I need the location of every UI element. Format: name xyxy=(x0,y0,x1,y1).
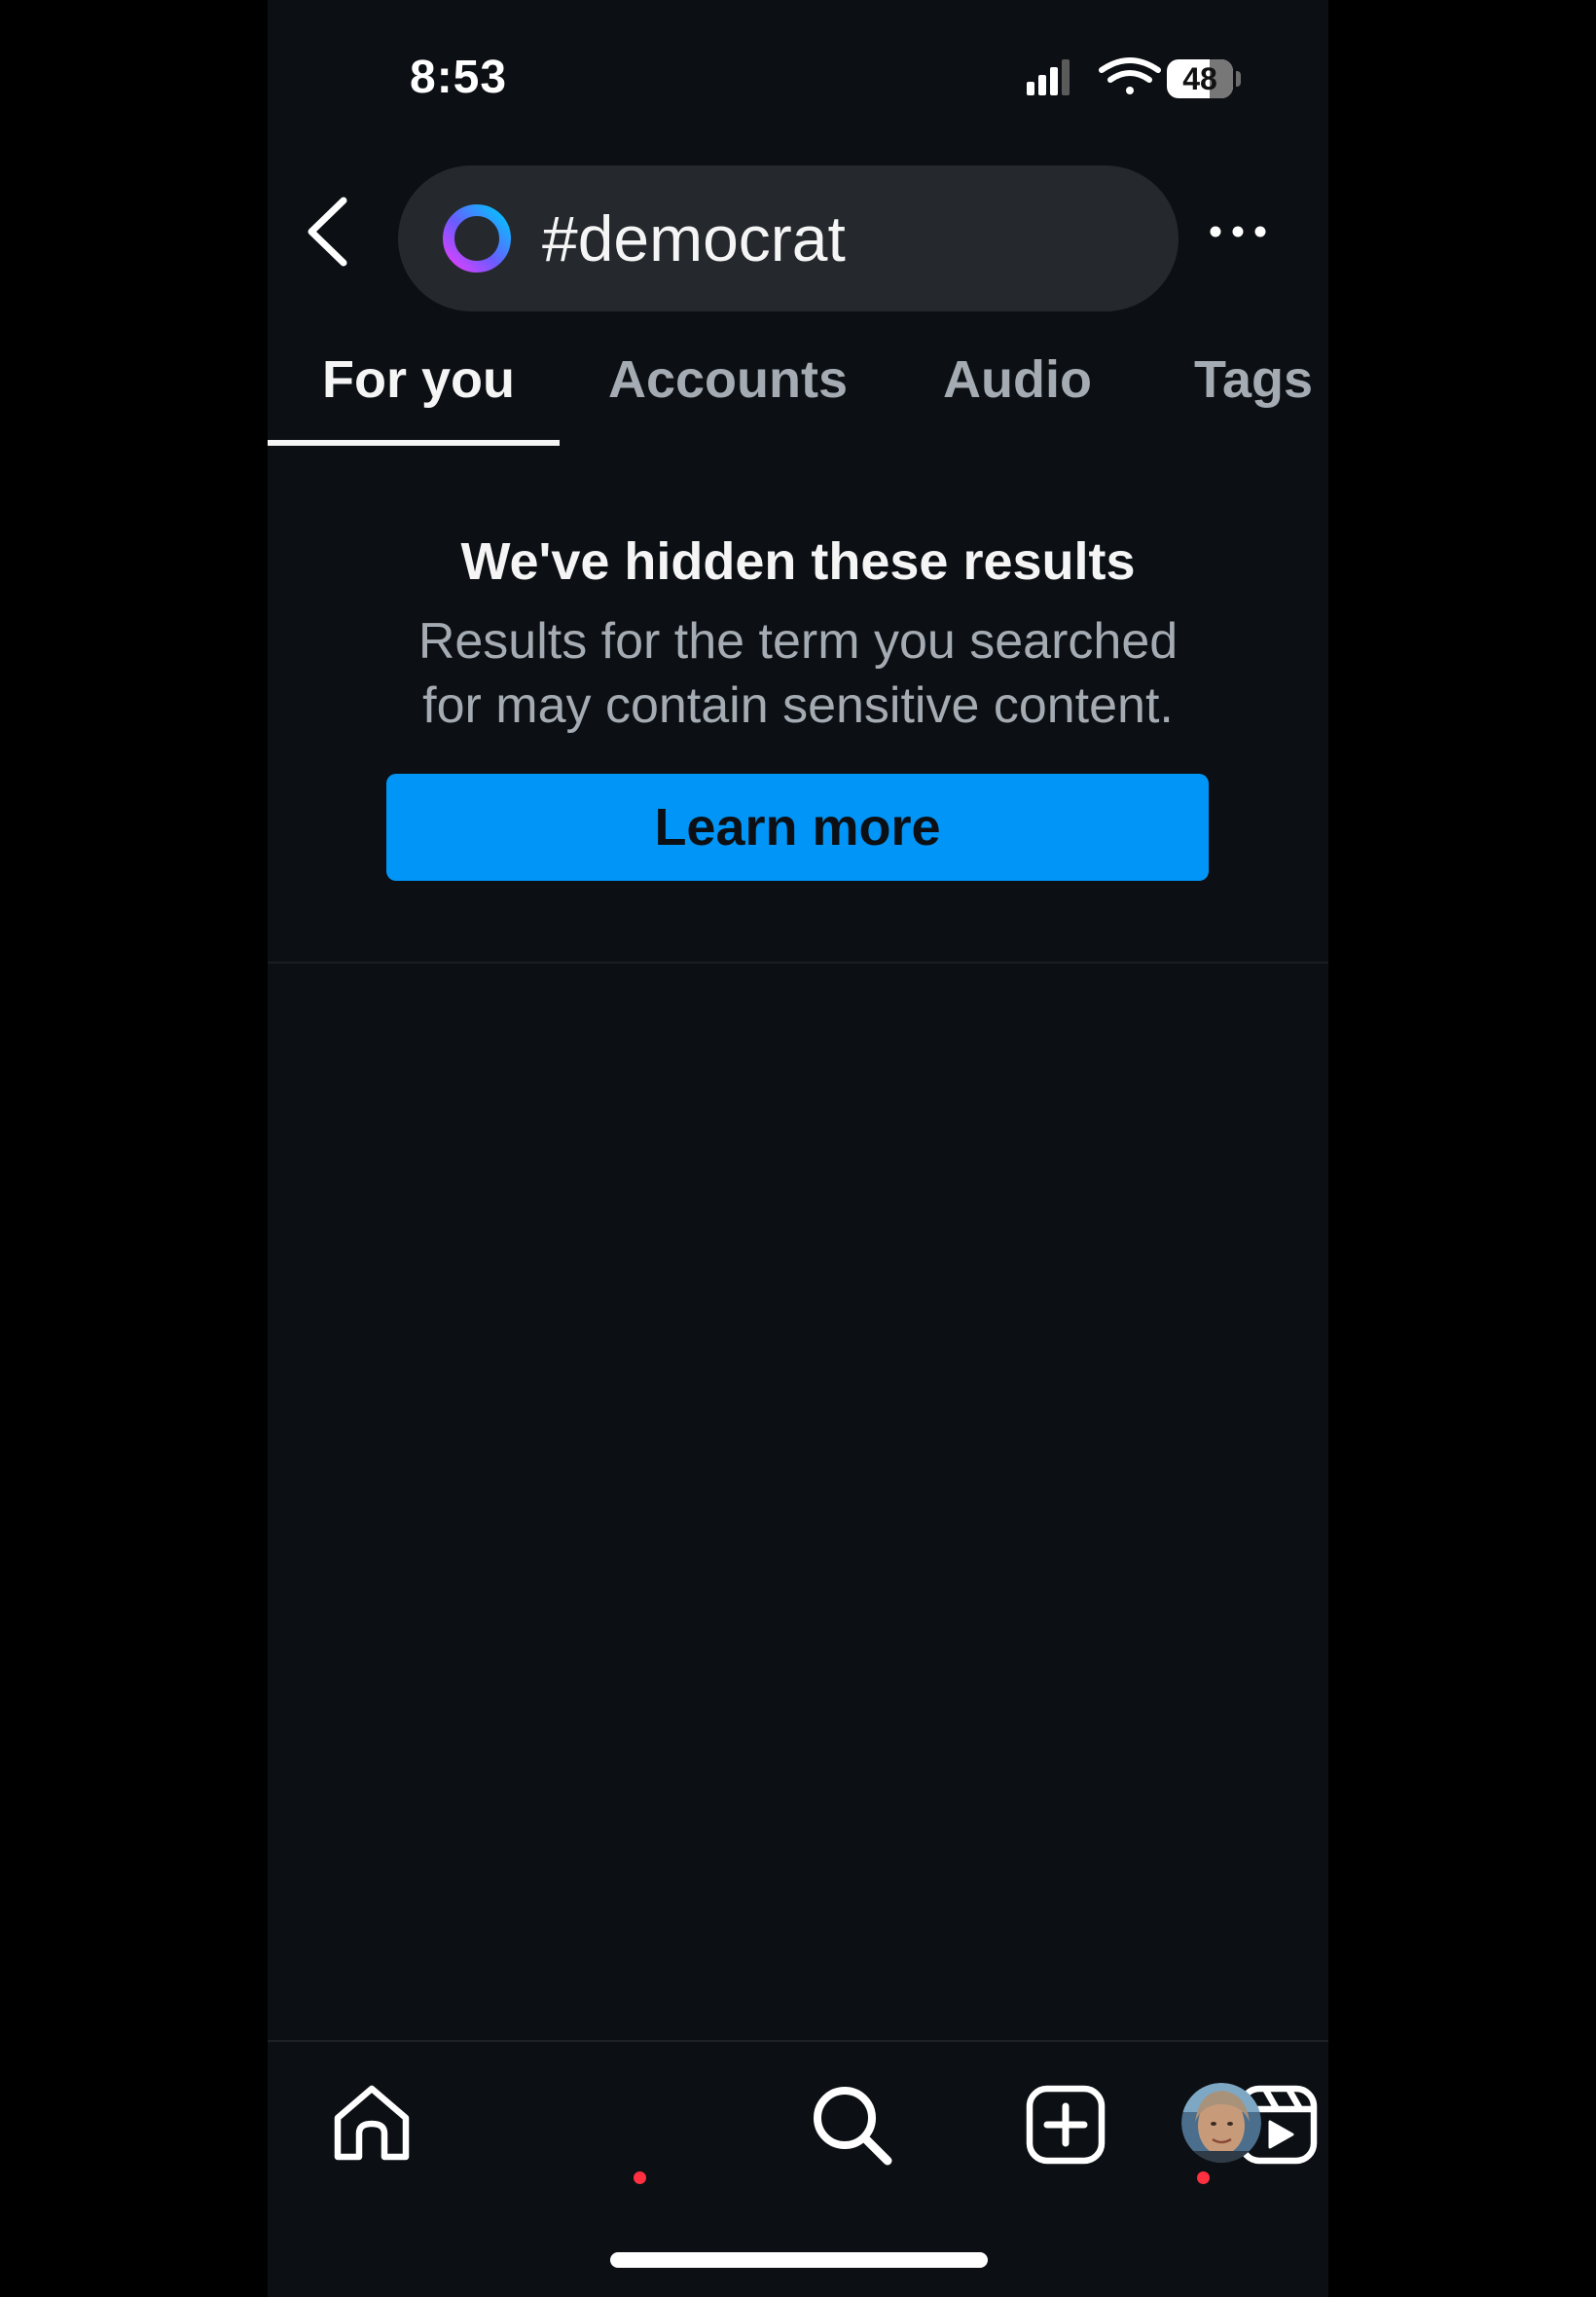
meta-ai-ring-icon xyxy=(443,204,511,273)
more-horizontal-icon xyxy=(1210,226,1266,237)
profile-avatar[interactable] xyxy=(1181,2083,1261,2163)
battery-level: 48 xyxy=(1182,61,1217,96)
nav-home-button[interactable] xyxy=(328,2081,416,2169)
notice-title: We've hidden these results xyxy=(460,532,1136,591)
search-icon xyxy=(814,2087,892,2166)
home-icon xyxy=(334,2085,410,2161)
signal-icon xyxy=(1027,59,1070,95)
tab-tags[interactable]: Tags xyxy=(1194,341,1313,448)
nav-search-button[interactable] xyxy=(808,2081,895,2169)
profile-notification-dot xyxy=(1197,2171,1210,2184)
tab-for-you[interactable]: For you xyxy=(322,341,515,448)
chevron-left-icon xyxy=(308,197,347,267)
section-divider xyxy=(268,962,1328,964)
bottom-nav-divider xyxy=(268,2040,1328,2042)
active-tab-indicator xyxy=(268,440,560,446)
create-post-icon xyxy=(1026,2085,1106,2165)
search-query: #democrat xyxy=(542,202,846,274)
search-input[interactable]: #democrat xyxy=(398,165,1179,311)
tab-audio[interactable]: Audio xyxy=(943,341,1092,448)
notice-body: Results for the term you searched for ma… xyxy=(417,613,1179,734)
battery-icon: 48 xyxy=(1167,59,1233,98)
learn-more-button[interactable]: Learn more xyxy=(386,774,1209,881)
home-notification-dot xyxy=(634,2171,646,2184)
home-indicator[interactable] xyxy=(610,2252,988,2268)
app-screen: 8:53 48 #democrat For you Accounts Audio… xyxy=(268,0,1328,2297)
nav-create-button[interactable] xyxy=(1022,2081,1109,2169)
more-options-button[interactable] xyxy=(1204,204,1272,263)
wifi-icon xyxy=(1099,57,1161,94)
tab-bar: For you Accounts Audio Tags xyxy=(268,341,1328,448)
battery-nub xyxy=(1236,71,1241,87)
tab-accounts[interactable]: Accounts xyxy=(608,341,848,448)
status-time: 8:53 xyxy=(410,52,508,103)
back-button[interactable] xyxy=(297,193,365,271)
